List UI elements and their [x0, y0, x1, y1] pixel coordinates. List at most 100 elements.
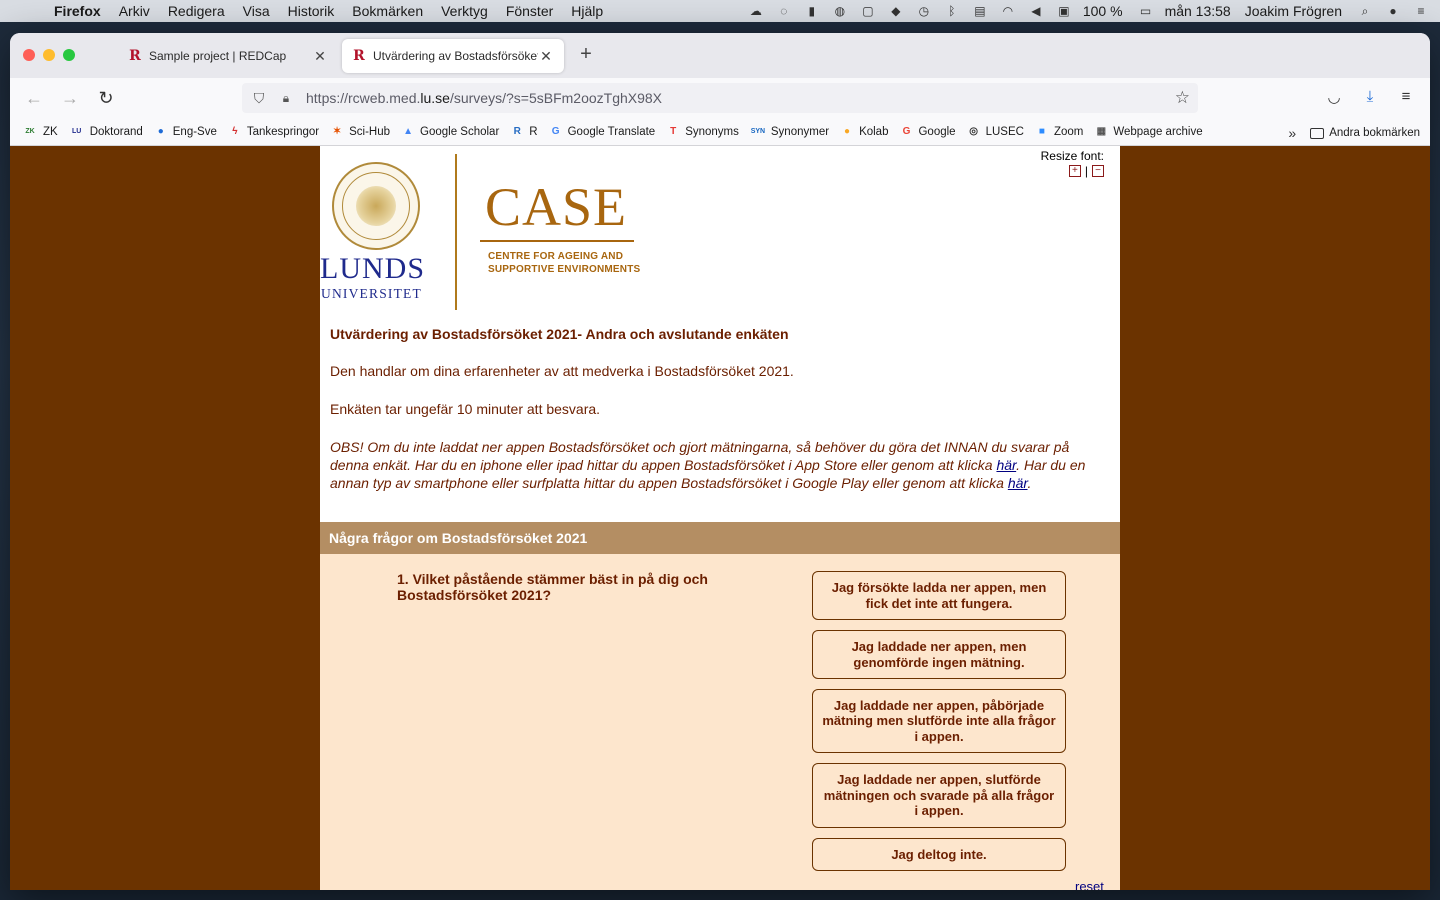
- lu-logo-line1: LUNDS: [320, 252, 426, 285]
- spiral-icon[interactable]: ◌: [775, 4, 793, 18]
- bookmark-label: Tankespringor: [246, 125, 320, 138]
- bookmark-item[interactable]: LU Doktorand: [69, 125, 143, 139]
- lu-seal-icon: [332, 162, 420, 250]
- intro-paragraph-2: Enkäten tar ungefär 10 minuter att besva…: [330, 401, 601, 417]
- option-button-1[interactable]: Jag försökte ladda ner appen, men fick d…: [812, 571, 1066, 620]
- bookmark-item[interactable]: G Google: [899, 125, 956, 139]
- increase-font-icon[interactable]: +: [1068, 165, 1081, 177]
- wifi-icon[interactable]: ◠: [999, 4, 1017, 18]
- app-store-link[interactable]: här: [996, 457, 1016, 473]
- apple-menu-icon[interactable]: [20, 2, 38, 20]
- bluetooth-icon[interactable]: ᛒ: [943, 4, 961, 18]
- bookmark-item[interactable]: G Google Translate: [549, 125, 655, 139]
- bookmark-item[interactable]: ■ Zoom: [1035, 125, 1083, 139]
- reload-icon[interactable]: ↻: [96, 88, 116, 108]
- keyboard-icon[interactable]: ▤: [971, 4, 989, 18]
- close-tab-icon[interactable]: ✕: [538, 48, 554, 65]
- menu-app-firefox[interactable]: Firefox: [54, 3, 101, 19]
- bookmark-star-icon[interactable]: ☆: [1175, 88, 1190, 108]
- decrease-font-icon[interactable]: −: [1092, 165, 1104, 177]
- minimize-window-button[interactable]: [43, 49, 55, 61]
- survey-page: LUNDS UNIVERSITET CASE CENTRE FOR AGEING…: [320, 146, 1120, 890]
- google-icon: G: [902, 126, 911, 137]
- forward-arrow-icon[interactable]: →: [60, 88, 80, 108]
- zk-icon: ZK: [25, 128, 35, 135]
- tracking-shield-icon[interactable]: ⛉: [250, 90, 268, 107]
- bookmark-item[interactable]: ◎ LUSEC: [967, 125, 1024, 139]
- menu-verktyg[interactable]: Verktyg: [441, 3, 488, 19]
- menu-hjalp[interactable]: Hjälp: [571, 3, 603, 19]
- input-source-icon[interactable]: ▣: [1055, 4, 1073, 18]
- volume-icon[interactable]: ◀: [1027, 4, 1045, 18]
- bookmark-label: Synonyms: [685, 125, 739, 138]
- bookmark-item[interactable]: ▲ Google Scholar: [401, 125, 499, 139]
- usb-icon[interactable]: ▮: [803, 4, 821, 18]
- option-button-3[interactable]: Jag laddade ner appen, påbörjade mätning…: [812, 689, 1066, 753]
- menu-arkiv[interactable]: Arkiv: [119, 3, 150, 19]
- google-play-link[interactable]: här: [1008, 475, 1028, 491]
- pocket-icon[interactable]: ◡: [1324, 88, 1344, 108]
- spotlight-search-icon[interactable]: ⌕: [1356, 4, 1374, 18]
- option-button-5[interactable]: Jag deltog inte.: [812, 838, 1066, 871]
- bookmark-item[interactable]: RR: [510, 125, 538, 139]
- menu-fonster[interactable]: Fönster: [506, 3, 553, 19]
- bookmark-label: ZK: [43, 125, 58, 138]
- question-1: 1. Vilket påstående stämmer bäst in på d…: [320, 554, 1120, 890]
- bookmark-item[interactable]: ZK ZK: [22, 125, 58, 139]
- zoom-icon: ■: [1038, 126, 1045, 137]
- url-text[interactable]: https://rcweb.med.lu.se/surveys/?s=5sBFm…: [306, 90, 662, 106]
- bookmark-label: Zoom: [1053, 125, 1084, 138]
- time-machine-icon[interactable]: ◷: [915, 4, 933, 18]
- menu-redigera[interactable]: Redigera: [168, 3, 225, 19]
- window-icon[interactable]: ▢: [859, 4, 877, 18]
- lock-icon[interactable]: 🔒︎: [278, 91, 294, 106]
- elephant-icon[interactable]: ◆: [887, 4, 905, 18]
- case-logo-title: CASE: [485, 177, 628, 237]
- hamburger-menu-icon[interactable]: ≡: [1396, 88, 1416, 108]
- bookmark-item[interactable]: ● Eng-Sve: [154, 125, 217, 139]
- bookmark-item[interactable]: ϟ Tankespringor: [228, 125, 319, 139]
- bookmark-item[interactable]: ▦ Webpage archive: [1094, 125, 1203, 139]
- lusec-icon: ◎: [969, 126, 978, 137]
- lu-logo-line2: UNIVERSITET: [321, 286, 422, 301]
- user-name[interactable]: Joakim Frögren: [1245, 3, 1342, 19]
- more-bookmarks-chevron-icon[interactable]: »: [1288, 125, 1296, 141]
- tab-survey[interactable]: R Utvärdering av Bostadsförsöket ✕: [342, 39, 564, 73]
- bookmarks-toolbar: ZK ZK LU Doktorand ● Eng-Sve ϟ Tankespringor ✶ Sc…: [10, 118, 1430, 146]
- bookmark-item[interactable]: ● Kolab: [840, 125, 888, 139]
- close-tab-icon[interactable]: ✕: [312, 48, 328, 65]
- other-bookmarks-folder[interactable]: Andra bokmärken: [1329, 127, 1420, 139]
- clock[interactable]: mån 13:58: [1165, 3, 1231, 19]
- url-bar[interactable]: ⛉ 🔒︎ https://rcweb.med.lu.se/surveys/?s=…: [242, 83, 1198, 113]
- new-tab-button[interactable]: +: [576, 44, 596, 65]
- battery-icon[interactable]: ▭: [1137, 4, 1155, 18]
- tab-bar: R Sample project | REDCap ✕ R Utvärderin…: [10, 33, 1430, 78]
- bookmark-label: Webpage archive: [1113, 125, 1203, 138]
- zoom-window-button[interactable]: [63, 49, 75, 61]
- bookmark-label: Google: [918, 125, 956, 138]
- cloud-icon[interactable]: ☁: [747, 4, 765, 18]
- case-logo-subtitle: CENTRE FOR AGEING AND SUPPORTIVE ENVIRON…: [488, 251, 641, 275]
- close-window-button[interactable]: [23, 49, 35, 61]
- menu-visa[interactable]: Visa: [243, 3, 270, 19]
- creative-cloud-icon[interactable]: ◍: [831, 4, 849, 18]
- thesaurus-icon: T: [670, 126, 677, 137]
- folder-icon: [1310, 127, 1325, 139]
- menu-bokmarken[interactable]: Bokmärken: [352, 3, 423, 19]
- resize-font-control: Resize font: + | −: [1041, 149, 1104, 178]
- bookmark-item[interactable]: T Synonyms: [666, 125, 739, 139]
- bookmark-item[interactable]: SYN Synonymer: [750, 125, 829, 139]
- redcap-icon: R: [129, 48, 141, 64]
- bookmark-item[interactable]: ✶ Sci-Hub: [330, 125, 390, 139]
- navigation-bar: ← → ↻ ⛉ 🔒︎ https://rcweb.med.lu.se/surve…: [10, 78, 1430, 118]
- page-viewport: LUNDS UNIVERSITET CASE CENTRE FOR AGEING…: [10, 146, 1430, 890]
- menu-historik[interactable]: Historik: [288, 3, 335, 19]
- back-arrow-icon[interactable]: ←: [24, 88, 44, 108]
- option-button-2[interactable]: Jag laddade ner appen, men genomförde in…: [812, 630, 1066, 679]
- reset-link[interactable]: reset: [1075, 879, 1104, 890]
- option-button-4[interactable]: Jag laddade ner appen, slutförde mätning…: [812, 763, 1066, 828]
- siri-icon[interactable]: ●: [1384, 4, 1402, 18]
- downloads-icon[interactable]: ⤓: [1360, 88, 1380, 108]
- control-center-icon[interactable]: ≡: [1412, 4, 1430, 18]
- tab-sample-project[interactable]: R Sample project | REDCap ✕: [118, 39, 338, 73]
